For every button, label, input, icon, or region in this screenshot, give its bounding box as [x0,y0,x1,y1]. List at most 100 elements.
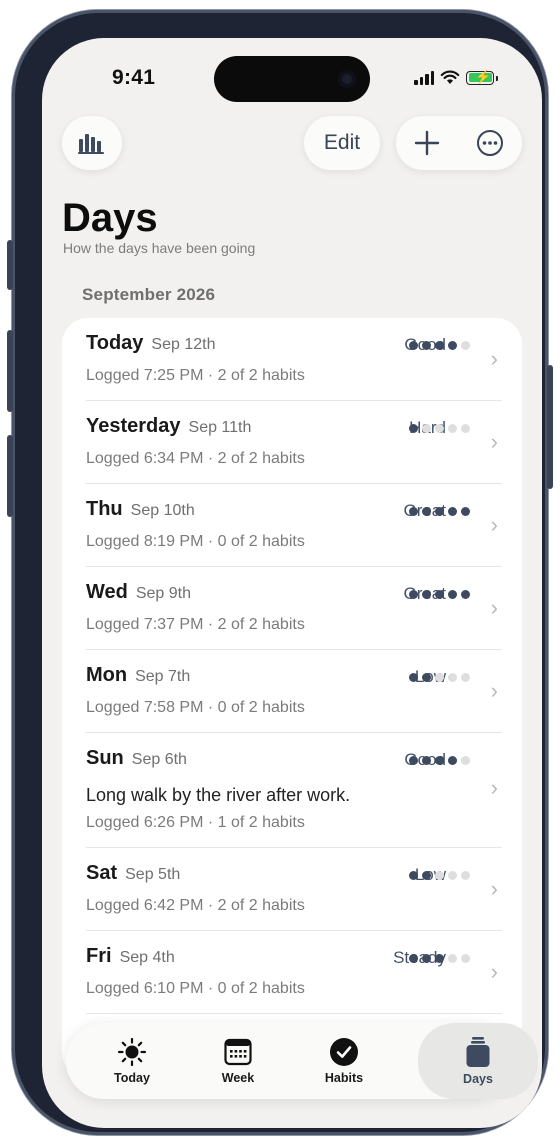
rating-dot [435,341,444,350]
rating-dot [409,673,418,682]
status-bar: 9:41 ⚡ [42,38,542,108]
rating-dot [448,871,457,880]
rating-dot [461,507,470,516]
day-row[interactable]: YesterdaySep 11th Hard › Logged 6:34 PM … [86,401,502,484]
day-row[interactable]: MonSep 7th Low › Logged 7:58 PM · 0 of 2… [86,650,502,733]
rating-dot [422,954,431,963]
rating-dot [461,954,470,963]
rating-dot [435,590,444,599]
log-meta: Logged 6:42 PM · 2 of 2 habits [86,897,305,914]
day-date: Sep 12th [151,336,216,353]
day-date: Sep 9th [135,585,192,602]
rating-dot [422,590,431,599]
rating-dot [461,424,470,433]
day-date: Sep 6th [131,751,187,768]
calendar-grid-icon [224,1038,252,1066]
rating-dot [409,590,418,599]
rating-dot [409,424,418,433]
rating-dot [461,871,470,880]
day-name: Sun [86,747,124,769]
volume-up-button [7,330,13,412]
rating-dot [448,756,457,765]
day-row[interactable]: TodaySep 12th Good › Logged 7:25 PM · 2 … [86,318,502,401]
phone-frame: 9:41 ⚡ Edit Days How the days have been … [7,10,553,1135]
tab-week[interactable]: Week [192,1023,284,1099]
rating-dot [461,756,470,765]
chevron-right-icon: › [490,595,498,620]
log-meta: Logged 6:34 PM · 2 of 2 habits [86,450,305,467]
log-meta: Logged 6:10 PM · 0 of 2 habits [86,980,305,997]
day-date: Sep 4th [119,949,175,966]
page-subtitle: How the days have been going [63,240,256,256]
rating-dot [409,507,418,516]
cellular-signal-icon [414,70,434,85]
chevron-right-icon: › [490,512,498,537]
mood-rating [409,954,470,963]
rating-dot [435,673,444,682]
day-row[interactable]: ThuSep 10th Great › Logged 8:19 PM · 0 o… [86,484,502,567]
battery-icon: ⚡ [466,69,498,85]
tab-label: Days [463,1072,493,1086]
section-header-month: September 2026 [82,285,216,304]
tab-label: Today [114,1071,150,1085]
chevron-right-icon: › [490,959,498,984]
rating-dot [435,756,444,765]
day-note: Long walk by the river after work. [86,785,351,805]
rating-dot [422,341,431,350]
chevron-right-icon: › [490,346,498,371]
mood-rating [409,341,470,350]
jar-icon [466,1037,490,1067]
rating-dot [409,954,418,963]
more-icon[interactable] [476,129,504,157]
rating-dot [461,341,470,350]
stats-button[interactable] [62,116,122,170]
edit-button[interactable]: Edit [304,116,380,170]
chevron-right-icon: › [490,678,498,703]
tab-bar: Today Week Habits Days [66,1023,538,1099]
chevron-right-icon: › [490,876,498,901]
day-name: Fri [86,945,112,967]
rating-dot [409,341,418,350]
mood-rating [409,673,470,682]
rating-dot [409,756,418,765]
add-icon[interactable] [414,130,440,156]
mood-rating [409,507,470,516]
rating-dot [422,673,431,682]
tab-today[interactable]: Today [86,1023,178,1099]
day-name: Thu [86,498,123,520]
rating-dot [461,673,470,682]
camera-icon [338,70,356,88]
page-title: Days [62,196,158,240]
day-row[interactable]: Fri Sep 4th Steady › Logged 6:10 PM · 0 o… [86,931,502,1014]
log-meta: Logged 8:19 PM · 0 of 2 habits [86,533,305,550]
dynamic-island [214,56,370,102]
tab-label: Week [221,1071,255,1085]
day-name: Today [86,332,144,354]
tab-days[interactable]: Days [418,1023,538,1099]
day-name: Yesterday [86,415,181,437]
day-row[interactable]: WedSep 9th Great › Logged 7:37 PM · 2 of… [86,567,502,650]
rating-dot [448,507,457,516]
rating-dot [448,954,457,963]
log-meta: Logged 6:26 PM · 1 of 2 habits [86,814,305,831]
rating-dot [409,871,418,880]
day-name: Sat [86,862,118,884]
day-name: Wed [86,581,128,603]
rating-dot [422,756,431,765]
days-list: TodaySep 12th Good › Logged 7:25 PM · 2 … [62,318,522,1078]
rating-dot [461,590,470,599]
day-row[interactable]: SunSep 6th Good › Long walk by the river… [86,733,502,848]
mood-rating [409,424,470,433]
chevron-right-icon: › [490,775,498,800]
power-button [547,365,553,489]
day-date: Sep 11th [188,419,252,436]
tab-habits[interactable]: Habits [298,1023,390,1099]
screen: 9:41 ⚡ Edit Days How the days have been … [42,38,542,1128]
day-date: Sep 7th [135,668,191,685]
log-meta: Logged 7:37 PM · 2 of 2 habits [86,616,305,633]
rating-dot [422,871,431,880]
rating-dot [448,590,457,599]
rating-dot [448,424,457,433]
day-row[interactable]: SatSep 5th Low › Logged 6:42 PM · 2 of 2… [86,848,502,931]
day-date: Sep 10th [130,502,195,519]
